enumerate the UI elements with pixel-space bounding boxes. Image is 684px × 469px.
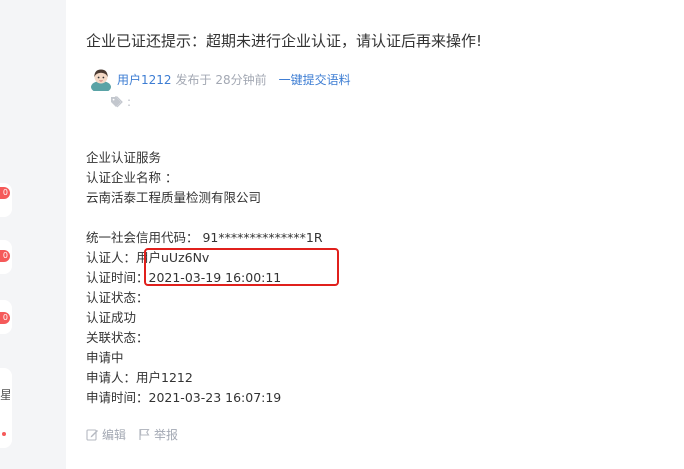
gutter-card[interactable] — [0, 368, 12, 448]
avatar[interactable] — [90, 67, 112, 93]
post-panel: 企业已证还提示：超期未进行企业认证，请认证后再来操作! 用户1212 发布于 2… — [66, 0, 684, 469]
post-meta: 用户1212 发布于 28分钟前 一键提交语料 — [90, 66, 351, 93]
post-time: 发布于 28分钟前 — [175, 72, 267, 87]
tag-separator: : — [127, 95, 132, 109]
body-line: 申请中 — [86, 350, 124, 365]
body-line: 认证状态： — [86, 290, 149, 305]
post-title: 企业已证还提示：超期未进行企业认证，请认证后再来操作! — [86, 32, 483, 50]
body-line: 企业认证服务 — [86, 150, 162, 165]
body-line: 云南活泰工程质量检测有限公司 — [86, 190, 262, 205]
body-line: 认证企业名称 ： — [86, 170, 178, 185]
tag-icon — [111, 96, 123, 108]
edit-label: 编辑 — [102, 428, 127, 442]
body-line: 关联状态： — [86, 330, 149, 345]
body-line: 认证成功 — [86, 310, 137, 325]
body-line: 申请时间：2021-03-23 16:07:19 — [86, 390, 282, 405]
report-label: 举报 — [154, 428, 179, 442]
author-link[interactable]: 用户1212 — [117, 71, 172, 88]
tag-row: : — [110, 95, 131, 109]
highlight-annotation — [144, 248, 339, 286]
post-actions: 编辑 举报 — [86, 426, 190, 443]
credit-code-line: 统一社会信用代码： 91**************1R — [86, 230, 323, 245]
gutter-partial-label: 星 — [0, 388, 10, 402]
edit-button[interactable]: 编辑 — [86, 426, 126, 443]
flag-icon — [139, 428, 150, 440]
edit-icon — [86, 429, 98, 441]
gutter-dot — [2, 432, 6, 436]
body-line: 申请人：用户1212 — [86, 370, 193, 385]
report-button[interactable]: 举报 — [138, 426, 178, 443]
left-gutter: 0 0 0 星 — [0, 0, 66, 469]
submit-corpus-link[interactable]: 一键提交语料 — [279, 71, 351, 88]
